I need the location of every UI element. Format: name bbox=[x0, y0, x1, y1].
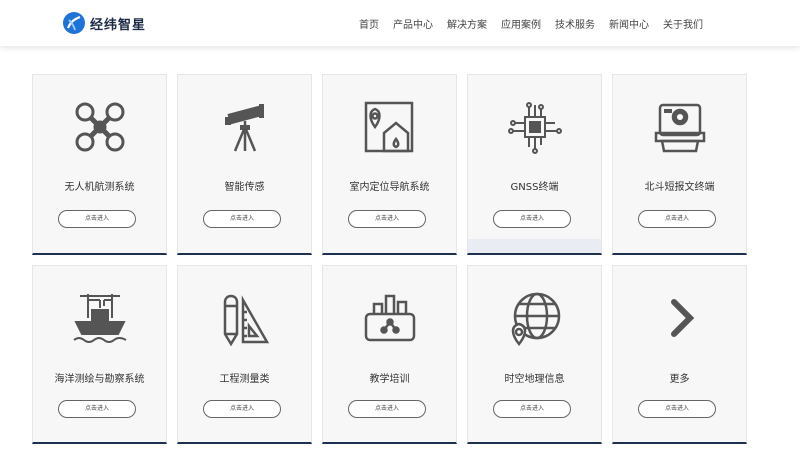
logo-mark-icon bbox=[63, 12, 85, 34]
chip-circuit-icon bbox=[505, 97, 565, 157]
card-title: 智能传感 bbox=[224, 182, 265, 193]
logo[interactable]: 经纬智星 bbox=[62, 8, 146, 38]
hover-highlight bbox=[468, 239, 601, 253]
card-title: 教学培训 bbox=[369, 374, 410, 385]
card-title: 工程测量类 bbox=[219, 374, 270, 385]
site-header: 经纬智星 首页 产品中心 解决方案 应用案例 技术服务 新闻中心 关于我们 bbox=[0, 0, 800, 46]
main-nav: 首页 产品中心 解决方案 应用案例 技术服务 新闻中心 关于我们 bbox=[352, 0, 710, 46]
card-title: 时空地理信息 bbox=[504, 374, 565, 385]
nav-about[interactable]: 关于我们 bbox=[663, 16, 703, 31]
enter-button[interactable]: 点击进入 bbox=[58, 210, 136, 228]
nav-services[interactable]: 技术服务 bbox=[555, 16, 595, 31]
enter-button[interactable]: 点击进入 bbox=[203, 400, 281, 418]
telescope-icon bbox=[215, 97, 275, 157]
enter-button[interactable]: 点击进入 bbox=[493, 210, 571, 228]
nav-products[interactable]: 产品中心 bbox=[393, 16, 433, 31]
drone-icon bbox=[70, 97, 130, 157]
globe-pin-icon bbox=[505, 288, 565, 348]
printer-terminal-icon bbox=[650, 97, 710, 157]
nav-cases[interactable]: 应用案例 bbox=[501, 16, 541, 31]
product-card-marine[interactable]: 海洋测绘与勘察系统 点击进入 bbox=[32, 265, 167, 444]
card-title: GNSS终端 bbox=[510, 182, 559, 193]
card-title: 海洋测绘与勘察系统 bbox=[54, 374, 145, 385]
enter-button[interactable]: 点击进入 bbox=[348, 400, 426, 418]
product-card-more[interactable]: 更多 点击进入 bbox=[612, 265, 747, 444]
product-card-geo[interactable]: 时空地理信息 点击进入 bbox=[467, 265, 602, 444]
product-card-drone[interactable]: 无人机航测系统 点击进入 bbox=[32, 74, 167, 255]
product-card-gnss[interactable]: GNSS终端 点击进入 bbox=[467, 74, 602, 255]
product-card-sensor[interactable]: 智能传感 点击进入 bbox=[177, 74, 312, 255]
enter-button[interactable]: 点击进入 bbox=[348, 210, 426, 228]
nav-home[interactable]: 首页 bbox=[359, 16, 379, 31]
product-card-training[interactable]: 教学培训 点击进入 bbox=[322, 265, 457, 444]
enter-button[interactable]: 点击进入 bbox=[638, 210, 716, 228]
logo-text: 经纬智星 bbox=[90, 17, 147, 33]
pencil-ruler-icon bbox=[215, 288, 275, 348]
indoor-map-pin-icon bbox=[360, 97, 420, 157]
card-title: 更多 bbox=[669, 374, 690, 385]
enter-button[interactable]: 点击进入 bbox=[203, 210, 281, 228]
nav-news[interactable]: 新闻中心 bbox=[609, 16, 649, 31]
ship-crane-icon bbox=[70, 288, 130, 348]
product-card-engineering[interactable]: 工程测量类 点击进入 bbox=[177, 265, 312, 444]
education-box-icon bbox=[360, 288, 420, 348]
product-card-beidou[interactable]: 北斗短报文终端 点击进入 bbox=[612, 74, 747, 255]
card-title: 北斗短报文终端 bbox=[644, 182, 715, 193]
product-card-indoor[interactable]: 室内定位导航系统 点击进入 bbox=[322, 74, 457, 255]
nav-solutions[interactable]: 解决方案 bbox=[447, 16, 487, 31]
card-title: 无人机航测系统 bbox=[64, 182, 135, 193]
enter-button[interactable]: 点击进入 bbox=[493, 400, 571, 418]
product-grid: 无人机航测系统 点击进入 智能传感 点击进入 室内定位导航系统 点击进入 GNS… bbox=[32, 74, 747, 444]
chevron-right-icon bbox=[650, 288, 710, 348]
enter-button[interactable]: 点击进入 bbox=[638, 400, 716, 418]
card-title: 室内定位导航系统 bbox=[349, 182, 430, 193]
enter-button[interactable]: 点击进入 bbox=[58, 400, 136, 418]
